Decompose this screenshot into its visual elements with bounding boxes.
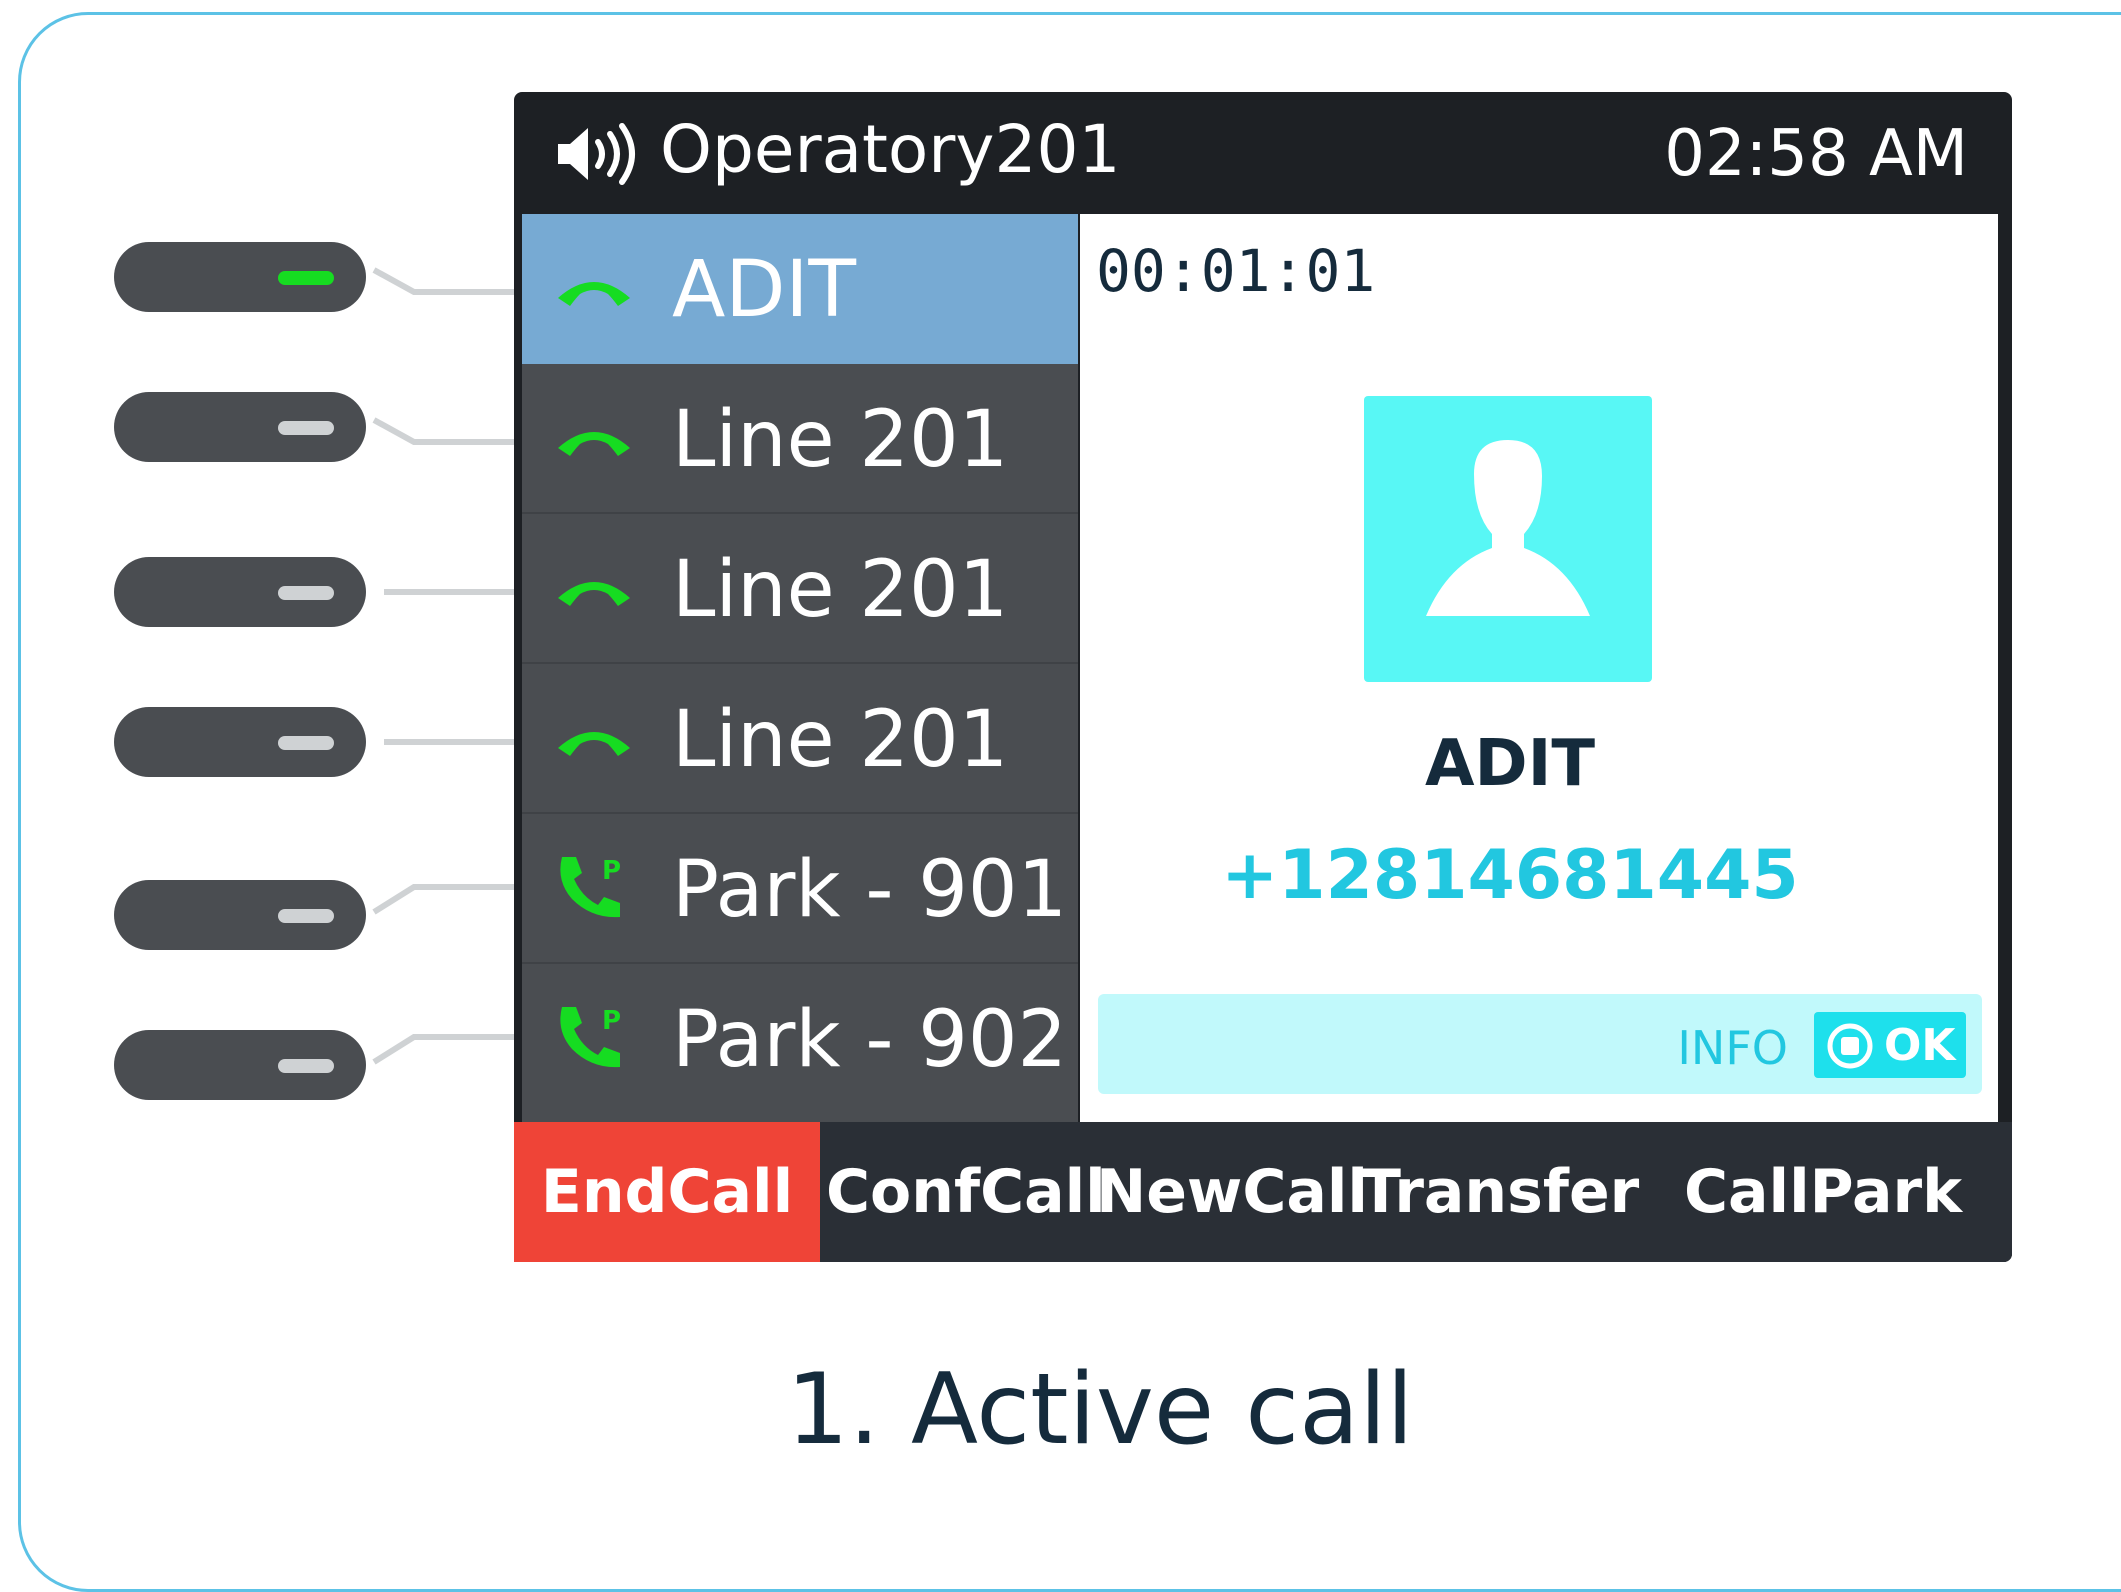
phone-display: Operatory201 02:58 AM ADIT Line 201 Line… — [514, 92, 2012, 1262]
svg-text:P: P — [602, 1006, 621, 1036]
line-item-label: Park - 901 — [672, 845, 1068, 935]
clock: 02:58 AM — [1664, 117, 1968, 191]
contact-number: +12814681445 — [1221, 836, 1799, 915]
info-label: INFO — [1677, 1021, 1788, 1075]
connector-6 — [372, 1034, 520, 1065]
line-key-led — [278, 421, 334, 435]
line-item-line-201[interactable]: Line 201 — [522, 364, 1078, 514]
callpark-softkey[interactable]: CallPark — [1638, 1122, 2008, 1262]
newcall-softkey[interactable]: NewCall — [1096, 1122, 1368, 1262]
call-detail-panel: 00:01:01 ADIT +12814681445 INFO OK — [1080, 214, 1998, 1122]
ok-label: OK — [1884, 1020, 1956, 1071]
line-key-led — [278, 1059, 334, 1073]
person-avatar-icon — [1426, 440, 1590, 616]
line-key-led — [278, 736, 334, 750]
ok-button[interactable]: OK — [1814, 1012, 1966, 1078]
status-bar: Operatory201 02:58 AM — [514, 92, 2012, 214]
connector-5 — [372, 884, 520, 915]
line-item-label: Line 201 — [672, 695, 1009, 785]
line-item-label: Line 201 — [672, 395, 1009, 485]
endcall-softkey[interactable]: EndCall — [514, 1122, 820, 1262]
line-key-led — [278, 909, 334, 923]
line-item-label: Line 201 — [672, 545, 1009, 635]
hardware-line-key-5[interactable] — [114, 880, 366, 950]
call-park-icon: P — [560, 856, 621, 918]
info-bar: INFO OK — [1098, 994, 1982, 1094]
line-item-label: ADIT — [672, 245, 857, 335]
line-item-label: Park - 902 — [672, 995, 1068, 1085]
account-name: Operatory201 — [660, 111, 1121, 188]
phone-handset-icon — [558, 582, 630, 606]
hardware-line-key-4[interactable] — [114, 707, 366, 777]
line-key-led — [278, 271, 334, 285]
call-duration: 00:01:01 — [1096, 237, 1376, 305]
hardware-line-key-2[interactable] — [114, 392, 366, 462]
line-item-line-201[interactable]: Line 201 — [522, 514, 1078, 664]
ok-circle-icon — [1827, 1023, 1873, 1069]
hardware-line-key-3[interactable] — [114, 557, 366, 627]
line-item-park-902[interactable]: P Park - 902 — [522, 964, 1078, 1114]
line-key-led — [278, 586, 334, 600]
phone-handset-icon — [558, 282, 630, 306]
softkey-bar: EndCall ConfCall NewCall Transfer CallPa… — [514, 1122, 2012, 1262]
connector-1 — [372, 267, 520, 295]
speaker-volume-icon — [558, 123, 635, 185]
transfer-softkey[interactable]: Transfer — [1360, 1122, 1639, 1262]
call-park-icon: P — [560, 1006, 621, 1068]
line-item-line-201[interactable]: Line 201 — [522, 664, 1078, 814]
contact-avatar — [1364, 396, 1652, 682]
contact-name: ADIT — [1424, 727, 1596, 801]
svg-text:P: P — [602, 856, 621, 886]
confcall-softkey[interactable]: ConfCall — [826, 1122, 1106, 1262]
hardware-line-key-6[interactable] — [114, 1030, 366, 1100]
line-item-adit[interactable]: ADIT — [522, 214, 1078, 364]
line-item-park-901[interactable]: P Park - 901 — [522, 814, 1078, 964]
phone-handset-icon — [558, 732, 630, 756]
hardware-line-key-1[interactable] — [114, 242, 366, 312]
connector-2 — [372, 417, 520, 445]
figure-caption: 1. Active call — [786, 1353, 1414, 1467]
line-list: ADIT Line 201 Line 201 Line 201 P Park -… — [522, 214, 1078, 1122]
phone-handset-icon — [558, 432, 630, 456]
